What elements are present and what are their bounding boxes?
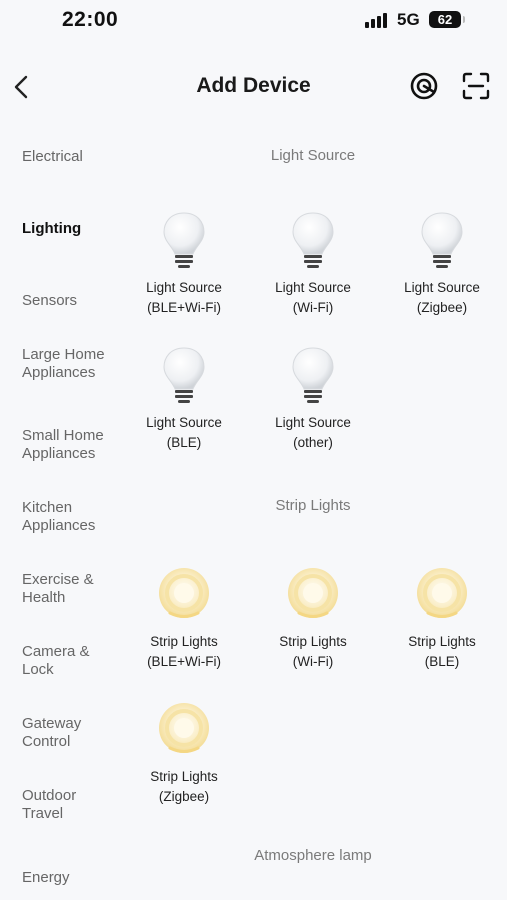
category-electrical[interactable]: Electrical (22, 148, 132, 166)
device-label-line1: Light Source (146, 415, 222, 430)
section-title-strip-lights: Strip Lights (275, 497, 351, 514)
device-label-line2: (other) (293, 435, 333, 450)
device-light-source-wifi[interactable]: Light Source (Wi-Fi) (250, 210, 376, 318)
device-label-line2: (Zigbee) (158, 789, 210, 804)
device-label-line1: Strip Lights (408, 634, 476, 649)
auto-scan-button[interactable] (408, 70, 440, 102)
device-light-source-other[interactable]: Light Source (other) (250, 345, 376, 453)
category-small-home-appliances[interactable]: Small Home Appliances (22, 427, 118, 463)
light-bulb-icon (414, 210, 470, 272)
battery-level: 62 (437, 12, 453, 27)
light-bulb-icon (156, 345, 212, 407)
device-label-line2: (BLE+Wi-Fi) (147, 654, 221, 669)
device-strip-lights-zigbee[interactable]: Strip Lights (Zigbee) (121, 701, 247, 807)
light-bulb-icon (156, 210, 212, 272)
light-bulb-icon (285, 345, 341, 407)
status-time: 22:00 (62, 8, 119, 31)
category-gateway-control[interactable]: Gateway Control (22, 715, 102, 751)
category-outdoor-travel[interactable]: Outdoor Travel (22, 787, 102, 823)
device-light-source-ble[interactable]: Light Source (BLE) (121, 345, 247, 453)
category-sensors[interactable]: Sensors (22, 292, 132, 310)
device-label-line1: Light Source (275, 280, 351, 295)
category-camera-lock[interactable]: Camera & Lock (22, 643, 92, 679)
device-strip-lights-ble[interactable]: Strip Lights (BLE) (379, 566, 505, 672)
light-bulb-icon (285, 210, 341, 272)
device-label-line2: (Wi-Fi) (292, 300, 334, 315)
device-label-line1: Light Source (146, 280, 222, 295)
scan-qr-button[interactable] (460, 70, 492, 102)
signal-strength-icon (365, 12, 391, 28)
light-strip-icon (156, 701, 212, 757)
category-exercise-health[interactable]: Exercise & Health (22, 571, 102, 607)
device-label-line2: (BLE) (424, 654, 460, 669)
device-light-source-zigbee[interactable]: Light Source (Zigbee) (379, 210, 505, 318)
radar-scan-icon (410, 72, 438, 100)
section-title-light-source: Light Source (270, 147, 356, 164)
device-label-line1: Strip Lights (150, 634, 218, 649)
device-label-line1: Strip Lights (279, 634, 347, 649)
light-strip-icon (285, 566, 341, 622)
device-label-line2: (BLE+Wi-Fi) (147, 300, 221, 315)
battery-icon: 62 (429, 11, 465, 28)
device-strip-lights-wifi[interactable]: Strip Lights (Wi-Fi) (250, 566, 376, 672)
device-light-source-ble-wifi[interactable]: Light Source (BLE+Wi-Fi) (121, 210, 247, 318)
device-strip-lights-ble-wifi[interactable]: Strip Lights (BLE+Wi-Fi) (121, 566, 247, 672)
category-kitchen-appliances[interactable]: Kitchen Appliances (22, 499, 112, 535)
category-large-home-appliances[interactable]: Large Home Appliances (22, 346, 112, 382)
category-energy[interactable]: Energy (22, 869, 132, 887)
device-label-line1: Light Source (404, 280, 480, 295)
network-type: 5G (397, 10, 420, 29)
device-label-line2: (BLE) (166, 435, 202, 450)
device-label-line2: (Zigbee) (416, 300, 468, 315)
scan-icon (462, 72, 490, 100)
device-label-line2: (Wi-Fi) (292, 654, 334, 669)
device-label-line1: Light Source (275, 415, 351, 430)
device-label-line1: Strip Lights (150, 769, 218, 784)
light-strip-icon (156, 566, 212, 622)
section-title-atmosphere-lamp: Atmosphere lamp (254, 847, 372, 864)
light-strip-icon (414, 566, 470, 622)
category-lighting[interactable]: Lighting (22, 220, 132, 238)
